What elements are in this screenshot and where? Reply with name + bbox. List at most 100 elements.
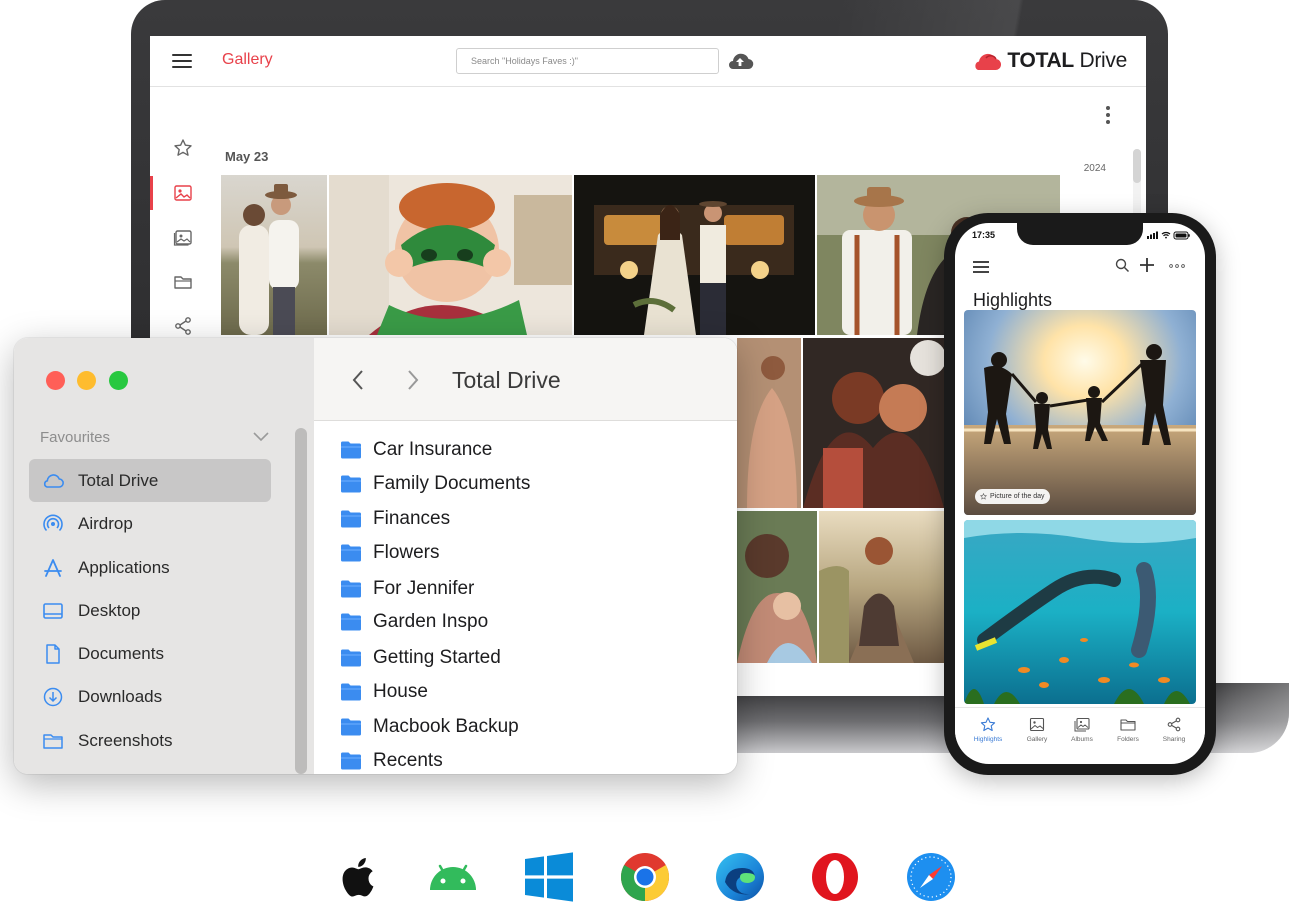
gallery-photo-couple-van[interactable] [574, 175, 815, 335]
highlight-card-snorkel[interactable] [964, 520, 1196, 704]
folder-item[interactable]: Car Insurance [340, 435, 492, 465]
folder-item[interactable]: House [340, 677, 428, 707]
date-group-label: May 23 [225, 149, 269, 164]
folder-item[interactable]: Family Documents [340, 469, 530, 499]
folder-icon [341, 613, 361, 631]
more-options-icon[interactable] [1106, 106, 1110, 124]
brand-cloud-icon [975, 53, 1002, 71]
sidebar-item-total-drive[interactable]: Total Drive [29, 459, 271, 502]
search-input[interactable]: Search "Holidays Faves :)" [456, 48, 719, 74]
apple-icon [342, 858, 374, 897]
status-icons [1147, 231, 1190, 240]
gallery-photo-couple-field[interactable] [221, 175, 327, 335]
share-icon[interactable] [173, 316, 193, 336]
chevron-down-icon[interactable] [252, 430, 270, 442]
folder-item[interactable]: Flowers [340, 538, 440, 568]
status-time: 17:35 [972, 230, 996, 240]
scrollbar-thumb[interactable] [1133, 149, 1141, 183]
folder-icon [341, 510, 361, 528]
brand-text-bold: TOTAL [1007, 49, 1074, 72]
sidebar-item-label: Airdrop [78, 513, 133, 533]
sidebar-item-label: Desktop [78, 600, 141, 620]
folder-item[interactable]: Getting Started [340, 643, 501, 673]
folder-item[interactable]: Finances [340, 504, 450, 534]
sidebar-item-documents[interactable]: Documents [29, 632, 271, 675]
chrome-icon [620, 853, 670, 901]
highlight-card-beach[interactable]: Picture of the day [964, 310, 1196, 515]
sidebar-item-airdrop[interactable]: Airdrop [29, 502, 271, 545]
finder-title: Total Drive [452, 367, 561, 393]
search-icon[interactable] [1115, 258, 1130, 273]
sidebar-item-label: Total Drive [78, 470, 159, 490]
picture-of-the-day-badge: Picture of the day [975, 489, 1051, 504]
star-icon [980, 717, 996, 732]
star-icon [980, 493, 987, 500]
tab-sharing[interactable]: Sharing [1151, 717, 1197, 743]
cloud-icon [43, 473, 64, 488]
phone-notch [1017, 223, 1143, 245]
sidebar-item-screenshots[interactable]: Screenshots [29, 719, 271, 762]
image-icon [1029, 717, 1045, 732]
tab-highlights[interactable]: Highlights [965, 717, 1011, 743]
folder-icon [341, 544, 361, 562]
folder-item[interactable]: Recents [340, 746, 443, 774]
sidebar-item-downloads[interactable]: Downloads [29, 675, 271, 718]
finder-content: Total Drive Car Insurance Family Document… [314, 338, 737, 774]
folder-item[interactable]: Garden Inspo [340, 607, 488, 637]
chevron-left-icon[interactable] [351, 368, 365, 392]
web-header: Gallery Search "Holidays Faves :)" TOTAL… [150, 36, 1146, 87]
folder-icon[interactable] [173, 272, 193, 292]
folder-item[interactable]: Macbook Backup [340, 712, 519, 742]
tab-label: Sharing [1162, 736, 1186, 743]
gallery-photo-family-hug[interactable] [803, 338, 944, 508]
folder-icon [341, 649, 361, 667]
menu-icon[interactable] [172, 54, 192, 68]
tab-label: Highlights [973, 736, 1003, 743]
menu-icon[interactable] [973, 261, 989, 273]
bottom-tab-bar: Highlights Gallery Albums Folders Sharin… [955, 707, 1205, 757]
folder-label: Car Insurance [373, 439, 493, 460]
android-icon [430, 864, 476, 890]
add-icon[interactable] [1139, 257, 1155, 273]
folder-item[interactable]: For Jennifer [340, 574, 474, 604]
sidebar-item-label: Screenshots [78, 730, 173, 750]
phone-screen: 17:35 Highlights Picture of the day High… [955, 223, 1205, 764]
cloud-upload-icon[interactable] [726, 50, 754, 72]
maximize-window-button[interactable] [109, 371, 128, 390]
sidebar-scrollbar[interactable] [295, 428, 307, 774]
album-icon[interactable] [173, 227, 193, 247]
folder-icon [341, 718, 361, 736]
sidebar-item-desktop[interactable]: Desktop [29, 589, 271, 632]
sidebar-item-label: Downloads [78, 686, 163, 706]
folder-icon [341, 580, 361, 598]
tab-albums[interactable]: Albums [1059, 717, 1105, 743]
share-icon [1167, 717, 1181, 732]
gallery-photo-boy-mask[interactable] [329, 175, 572, 335]
more-options-icon[interactable] [1169, 264, 1185, 268]
minimize-window-button[interactable] [77, 371, 96, 390]
beach-family-photo [964, 310, 1196, 515]
folder-label: Family Documents [373, 473, 531, 494]
gallery-photo-pregnant-woman[interactable] [737, 338, 801, 508]
close-window-button[interactable] [46, 371, 65, 390]
snorkel-reef-photo [964, 520, 1196, 704]
finder-sidebar: Favourites Total Drive Airdrop Applicati… [14, 338, 314, 774]
folder-label: Garden Inspo [373, 611, 489, 632]
folder-icon [341, 441, 361, 459]
brand-logo: TOTAL Drive [973, 48, 1127, 74]
chevron-right-icon[interactable] [406, 368, 420, 392]
sidebar-item-applications[interactable]: Applications [29, 546, 271, 589]
windows-icon [525, 852, 573, 902]
folder-icon [341, 683, 361, 701]
tab-gallery[interactable]: Gallery [1014, 717, 1060, 743]
sidebar-item-label: Applications [78, 557, 170, 577]
year-label: 2024 [1083, 163, 1106, 174]
brand-text-light: Drive [1079, 49, 1127, 72]
safari-icon [907, 853, 955, 901]
star-icon[interactable] [173, 138, 193, 158]
gallery-photo-mother-child[interactable] [737, 511, 817, 663]
gallery-photo-girl-boardwalk[interactable] [819, 511, 944, 663]
image-icon[interactable] [173, 183, 193, 203]
album-icon [1074, 717, 1090, 732]
tab-folders[interactable]: Folders [1105, 717, 1151, 743]
